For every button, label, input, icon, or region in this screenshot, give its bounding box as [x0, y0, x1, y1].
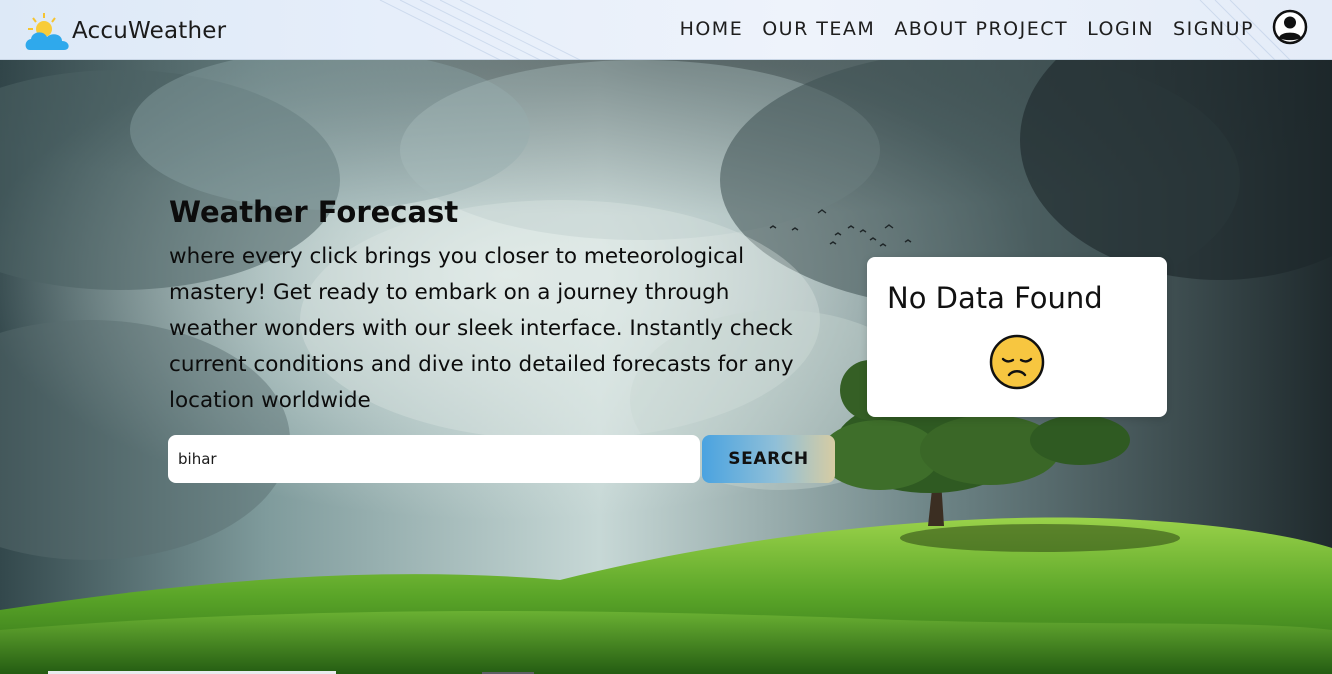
nav-home[interactable]: HOME: [680, 18, 744, 40]
nav-login[interactable]: LOGIN: [1087, 18, 1154, 40]
user-circle-icon[interactable]: [1272, 9, 1308, 45]
hero-description: where every click brings you closer to m…: [169, 244, 794, 413]
search-form: SEARCH: [168, 435, 836, 483]
brand-name: AccuWeather: [72, 18, 227, 44]
sun-cloud-icon: [25, 13, 69, 50]
search-input[interactable]: [168, 435, 700, 483]
sad-face-icon: [989, 334, 1045, 390]
no-data-message: No Data Found: [887, 281, 1103, 315]
nav-our-team[interactable]: OUR TEAM: [762, 18, 875, 40]
nav-links: HOME OUR TEAM ABOUT PROJECT LOGIN SIGNUP: [680, 18, 1254, 40]
search-button[interactable]: SEARCH: [702, 435, 835, 483]
nav-about-project[interactable]: ABOUT PROJECT: [894, 18, 1068, 40]
nav-signup[interactable]: SIGNUP: [1173, 18, 1254, 40]
result-card: No Data Found: [867, 257, 1167, 417]
page: AccuWeather HOME OUR TEAM ABOUT PROJECT …: [0, 0, 1332, 674]
brand[interactable]: AccuWeather: [24, 10, 226, 52]
hero-title: Weather Forecast: [169, 195, 459, 229]
navbar: AccuWeather HOME OUR TEAM ABOUT PROJECT …: [0, 0, 1332, 60]
